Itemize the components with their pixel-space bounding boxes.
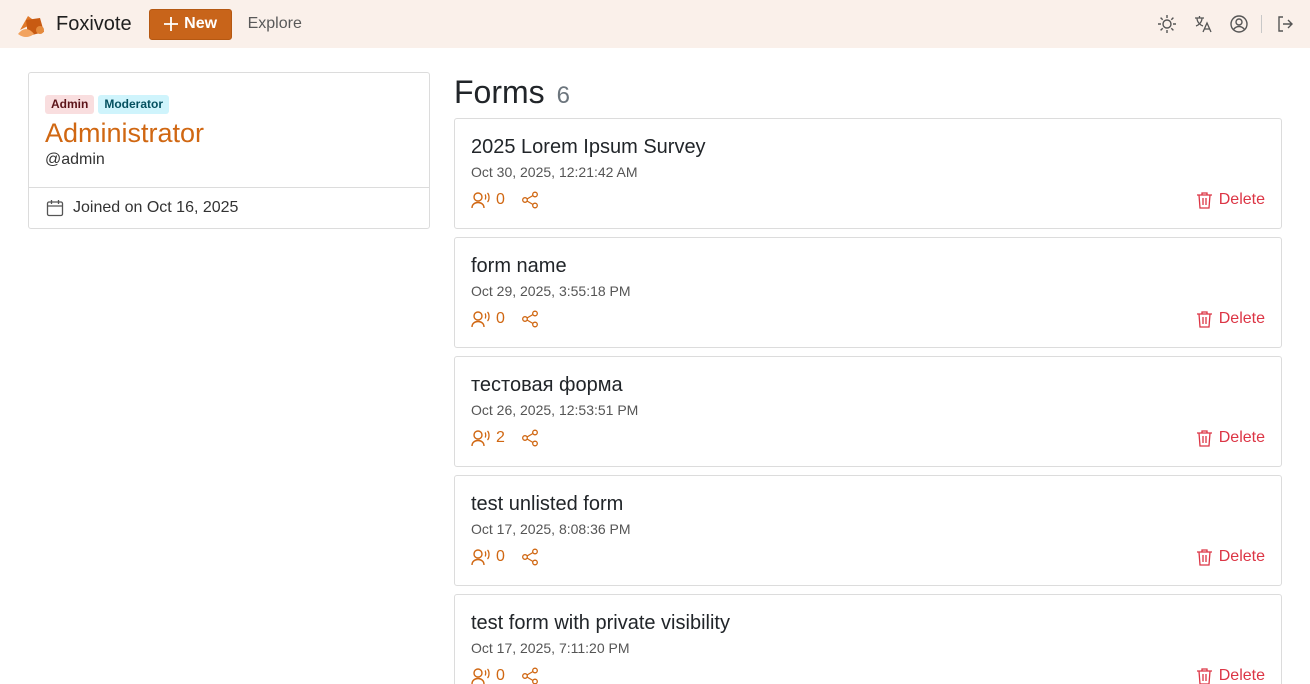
forms-heading: Forms 6: [454, 74, 570, 111]
speaking-person-icon: [471, 549, 490, 566]
calendar-icon: [46, 200, 64, 217]
profile-card: Admin Moderator Administrator @admin Joi…: [28, 72, 430, 229]
moderator-badge: Moderator: [98, 95, 170, 114]
delete-label: Delete: [1218, 548, 1265, 565]
form-card[interactable]: form name Oct 29, 2025, 3:55:18 PM 0 Del…: [454, 237, 1282, 348]
form-date: Oct 30, 2025, 12:21:42 AM: [471, 164, 638, 180]
brand-name: Foxivote: [56, 12, 132, 35]
responses-count[interactable]: 0: [471, 310, 505, 328]
trash-icon: [1196, 311, 1212, 328]
user-circle-icon[interactable]: [1229, 14, 1249, 34]
form-name[interactable]: 2025 Lorem Ipsum Survey: [471, 136, 706, 159]
trash-icon: [1196, 549, 1212, 566]
form-name[interactable]: test unlisted form: [471, 493, 623, 516]
form-card[interactable]: 2025 Lorem Ipsum Survey Oct 30, 2025, 12…: [454, 118, 1282, 229]
form-card[interactable]: test unlisted form Oct 17, 2025, 8:08:36…: [454, 475, 1282, 586]
fox-logo-icon: [18, 16, 44, 37]
responses-number: 0: [496, 667, 505, 684]
forms-count: 6: [556, 82, 571, 109]
profile-joined: Joined on Oct 16, 2025: [29, 188, 429, 228]
delete-label: Delete: [1218, 429, 1265, 446]
responses-count[interactable]: 0: [471, 191, 505, 209]
share-icon[interactable]: [521, 310, 539, 328]
form-date: Oct 17, 2025, 8:08:36 PM: [471, 521, 631, 537]
explore-link[interactable]: Explore: [248, 15, 302, 33]
delete-label: Delete: [1218, 191, 1265, 208]
new-button-label: New: [184, 15, 218, 32]
new-form-button[interactable]: New: [148, 8, 232, 40]
speaking-person-icon: [471, 668, 490, 684]
responses-number: 0: [496, 310, 505, 327]
profile-handle: @admin: [45, 151, 105, 168]
form-date: Oct 17, 2025, 7:11:20 PM: [471, 640, 630, 656]
speaking-person-icon: [471, 430, 490, 447]
sun-icon[interactable]: [1157, 14, 1177, 34]
top-navbar: Foxivote New Explore: [0, 0, 1310, 48]
responses-count[interactable]: 0: [471, 667, 505, 684]
form-name[interactable]: test form with private visibility: [471, 612, 730, 635]
trash-icon: [1196, 430, 1212, 447]
delete-button[interactable]: Delete: [1196, 548, 1265, 566]
form-card[interactable]: test form with private visibility Oct 17…: [454, 594, 1282, 684]
share-icon[interactable]: [521, 667, 539, 684]
logout-icon[interactable]: [1275, 14, 1295, 34]
profile-name: Administrator: [45, 118, 205, 148]
brand-link[interactable]: Foxivote: [16, 10, 132, 38]
delete-button[interactable]: Delete: [1196, 191, 1265, 209]
forms-title: Forms: [454, 74, 545, 110]
responses-count[interactable]: 2: [471, 429, 505, 447]
trash-icon: [1196, 668, 1212, 684]
responses-count[interactable]: 0: [471, 548, 505, 566]
form-actions: 0: [471, 548, 539, 566]
delete-label: Delete: [1218, 310, 1265, 327]
role-badges: Admin Moderator: [45, 95, 413, 114]
form-date: Oct 29, 2025, 3:55:18 PM: [471, 283, 631, 299]
share-icon[interactable]: [521, 191, 539, 209]
form-actions: 2: [471, 429, 539, 447]
translate-icon[interactable]: [1193, 14, 1213, 34]
joined-date: Joined on Oct 16, 2025: [73, 199, 239, 216]
form-name[interactable]: тестовая форма: [471, 374, 623, 397]
share-icon[interactable]: [521, 429, 539, 447]
delete-label: Delete: [1218, 667, 1265, 684]
form-actions: 0: [471, 191, 539, 209]
form-card[interactable]: тестовая форма Oct 26, 2025, 12:53:51 PM…: [454, 356, 1282, 467]
delete-button[interactable]: Delete: [1196, 667, 1265, 684]
delete-button[interactable]: Delete: [1196, 429, 1265, 447]
profile-header: Admin Moderator Administrator @admin: [29, 73, 429, 188]
plus-icon: [164, 17, 179, 31]
speaking-person-icon: [471, 311, 490, 328]
share-icon[interactable]: [521, 548, 539, 566]
admin-badge: Admin: [45, 95, 95, 114]
trash-icon: [1196, 192, 1212, 209]
responses-number: 0: [496, 191, 505, 208]
form-name[interactable]: form name: [471, 255, 567, 278]
form-actions: 0: [471, 667, 539, 684]
speaking-person-icon: [471, 192, 490, 209]
responses-number: 2: [496, 429, 505, 446]
delete-button[interactable]: Delete: [1196, 310, 1265, 328]
responses-number: 0: [496, 548, 505, 565]
nav-divider: [1261, 15, 1262, 33]
form-date: Oct 26, 2025, 12:53:51 PM: [471, 402, 639, 418]
form-actions: 0: [471, 310, 539, 328]
